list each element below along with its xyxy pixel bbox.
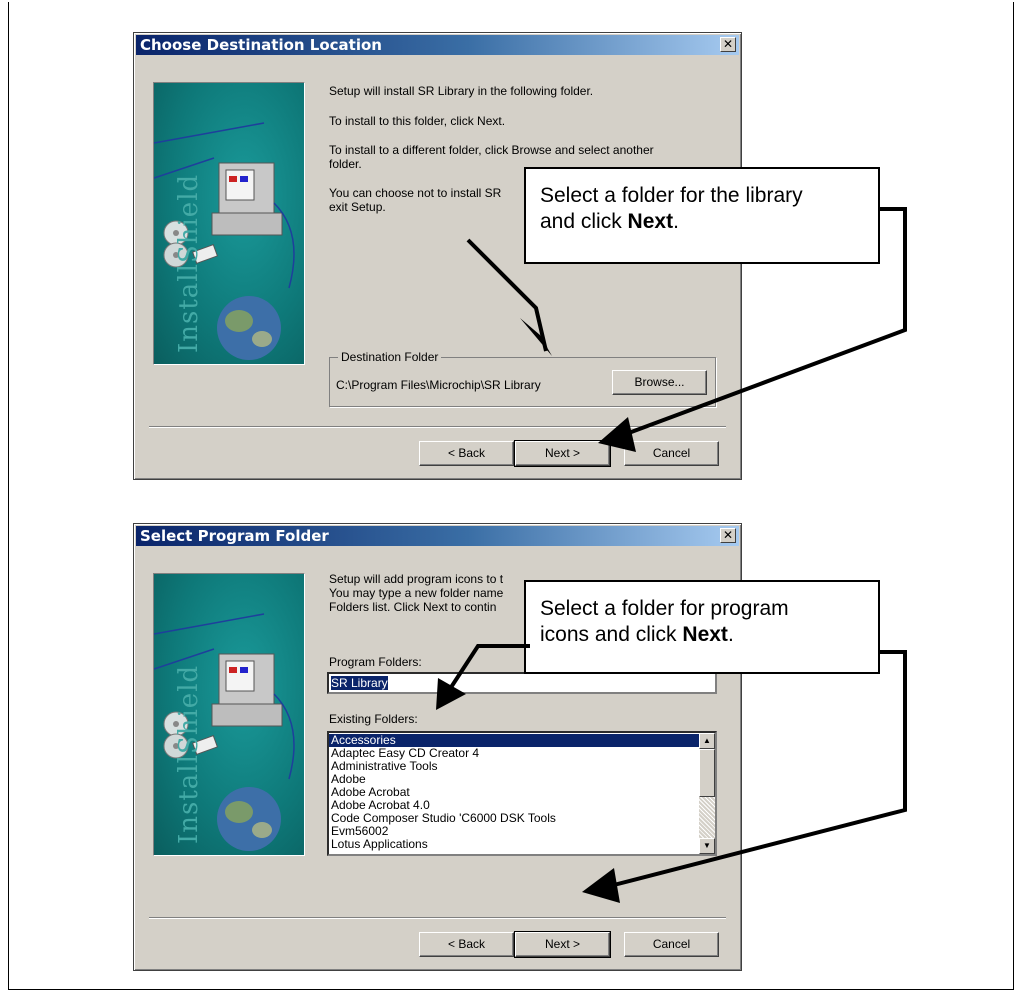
- callout-arrows: [436, 207, 907, 903]
- arrow-to-next-button-2: [605, 650, 907, 889]
- arrow-to-next-button-1: [617, 207, 907, 439]
- arrow-to-program-folder: [444, 644, 530, 697]
